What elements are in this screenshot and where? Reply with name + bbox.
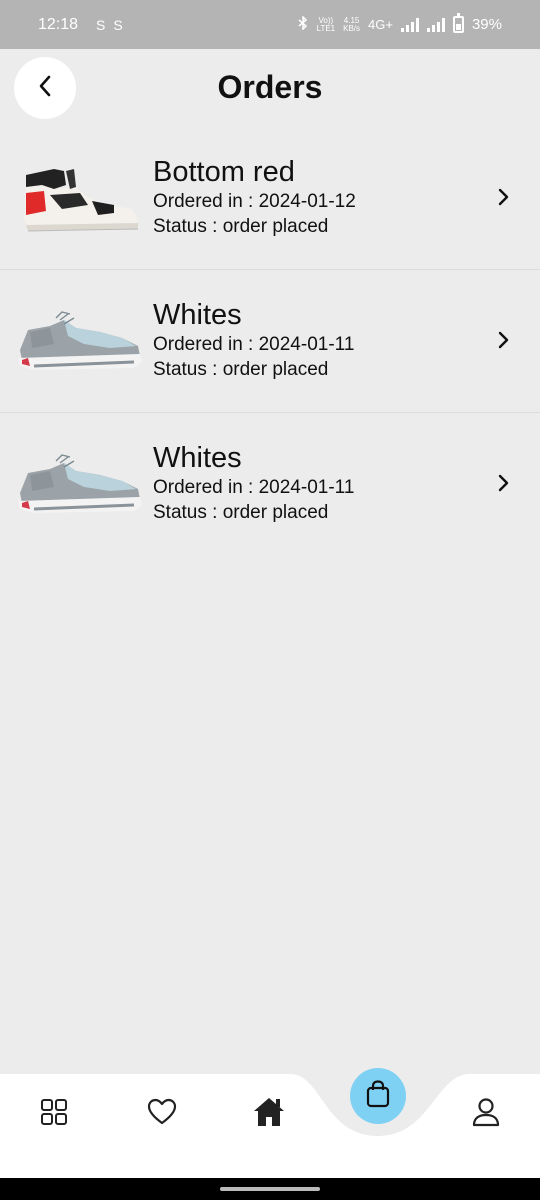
volte-indicator: Vo)) LTE1 bbox=[316, 15, 336, 33]
nav-profile[interactable] bbox=[464, 1092, 508, 1136]
order-date: Ordered in : 2024-01-11 bbox=[153, 334, 355, 355]
page-title: Orders bbox=[217, 69, 323, 105]
signal-icon bbox=[400, 17, 419, 32]
status-time: 12:18 bbox=[38, 15, 79, 33]
order-status: Status : order placed bbox=[153, 216, 329, 237]
chevron-right-icon[interactable] bbox=[496, 328, 512, 352]
order-item[interactable]: Whites Ordered in : 2024-01-11 Status : … bbox=[0, 413, 540, 556]
product-image bbox=[14, 300, 144, 380]
order-details: Whites Ordered in : 2024-01-11 Status : … bbox=[153, 298, 354, 382]
order-list: Bottom red Ordered in : 2024-01-12 Statu… bbox=[0, 127, 540, 556]
heart-icon bbox=[147, 1098, 177, 1131]
network-speed: 4.15 KB/s bbox=[343, 15, 361, 33]
order-name: Whites bbox=[153, 299, 242, 331]
order-item[interactable]: Bottom red Ordered in : 2024-01-12 Statu… bbox=[0, 127, 540, 270]
home-gesture-handle[interactable] bbox=[220, 1187, 320, 1191]
order-name: Bottom red bbox=[153, 156, 295, 188]
battery-icon bbox=[452, 13, 464, 33]
order-date: Ordered in : 2024-01-12 bbox=[153, 191, 356, 212]
nav-home[interactable] bbox=[247, 1092, 291, 1136]
nav-grid[interactable] bbox=[32, 1092, 76, 1136]
home-icon bbox=[252, 1096, 286, 1133]
battery-percent: 39% bbox=[471, 16, 502, 33]
product-image bbox=[14, 157, 144, 237]
order-name: Whites bbox=[153, 442, 242, 474]
product-image bbox=[14, 443, 144, 523]
system-nav-bar bbox=[0, 1178, 540, 1200]
order-details: Whites Ordered in : 2024-01-11 Status : … bbox=[153, 441, 354, 525]
notification-icon: S bbox=[96, 16, 106, 33]
status-notification-icons: S S bbox=[96, 17, 123, 33]
order-status: Status : order placed bbox=[153, 502, 329, 523]
network-type: 4G+ bbox=[368, 17, 393, 32]
status-right: Vo)) LTE1 4.15 KB/s 4G+ 39% bbox=[297, 13, 502, 33]
bottom-nav bbox=[0, 1068, 540, 1178]
nav-orders[interactable] bbox=[350, 1068, 406, 1124]
status-bar: 12:18 S S Vo)) LTE1 4.15 KB/s 4G+ 39% bbox=[0, 0, 540, 49]
shopping-bag-icon bbox=[365, 1079, 391, 1113]
header: Orders bbox=[0, 49, 540, 129]
grid-icon bbox=[40, 1098, 68, 1131]
chevron-right-icon[interactable] bbox=[496, 471, 512, 495]
signal-icon bbox=[426, 17, 445, 32]
order-date: Ordered in : 2024-01-11 bbox=[153, 477, 355, 498]
order-status: Status : order placed bbox=[153, 359, 329, 380]
status-left: 12:18 S S bbox=[38, 16, 123, 34]
user-icon bbox=[472, 1097, 500, 1132]
chevron-right-icon[interactable] bbox=[496, 185, 512, 209]
order-item[interactable]: Whites Ordered in : 2024-01-11 Status : … bbox=[0, 270, 540, 413]
bluetooth-icon bbox=[297, 15, 309, 33]
notification-icon: S bbox=[113, 16, 123, 33]
nav-favorites[interactable] bbox=[140, 1092, 184, 1136]
order-details: Bottom red Ordered in : 2024-01-12 Statu… bbox=[153, 155, 356, 239]
